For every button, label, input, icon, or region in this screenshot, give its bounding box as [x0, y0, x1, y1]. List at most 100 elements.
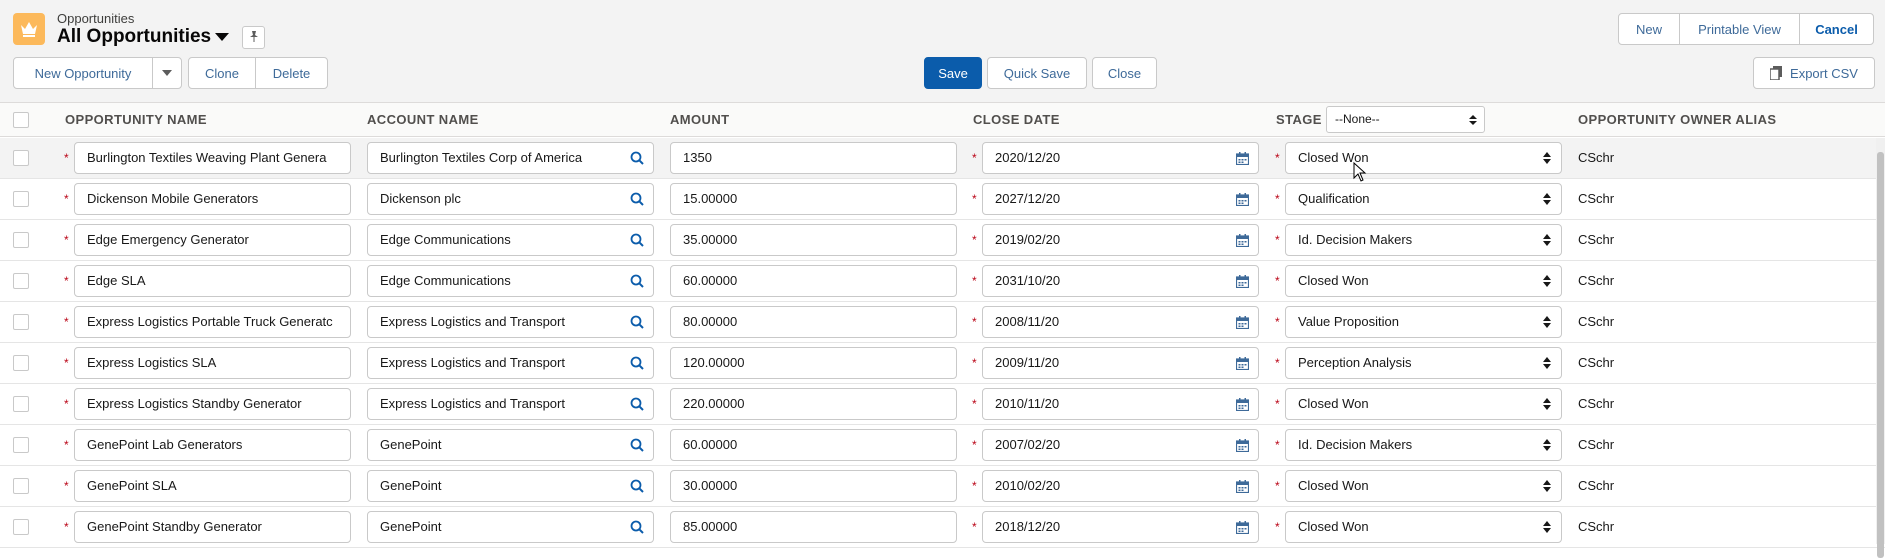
opportunity-name-input[interactable]: Express Logistics Standby Generator: [74, 388, 351, 420]
row-checkbox[interactable]: [13, 396, 29, 412]
opportunity-name-input[interactable]: Edge SLA: [74, 265, 351, 297]
row-checkbox[interactable]: [13, 191, 29, 207]
search-icon[interactable]: [629, 396, 645, 412]
stage-select[interactable]: Closed Won: [1285, 265, 1562, 297]
opportunity-name-input[interactable]: Burlington Textiles Weaving Plant Genera: [74, 142, 351, 174]
calendar-icon[interactable]: [1234, 273, 1250, 289]
close-button[interactable]: Close: [1092, 57, 1157, 89]
account-name-lookup[interactable]: Edge Communications: [367, 265, 654, 297]
vertical-scrollbar[interactable]: [1876, 138, 1885, 558]
delete-button[interactable]: Delete: [255, 57, 328, 89]
amount-input[interactable]: 85.00000: [670, 511, 957, 543]
close-date-input[interactable]: 2018/12/20: [982, 511, 1259, 543]
opportunity-name-input[interactable]: GenePoint Lab Generators: [74, 429, 351, 461]
close-date-input[interactable]: 2019/02/20: [982, 224, 1259, 256]
search-icon[interactable]: [629, 355, 645, 371]
new-opportunity-button[interactable]: New Opportunity: [13, 57, 153, 89]
row-checkbox[interactable]: [13, 150, 29, 166]
stage-select[interactable]: Perception Analysis: [1285, 347, 1562, 379]
calendar-icon[interactable]: [1234, 478, 1250, 494]
column-header-opportunity-name[interactable]: OPPORTUNITY NAME: [65, 103, 207, 137]
close-date-input[interactable]: 2010/02/20: [982, 470, 1259, 502]
save-button[interactable]: Save: [924, 57, 982, 89]
new-opportunity-menu-button[interactable]: [152, 57, 182, 89]
calendar-icon[interactable]: [1234, 232, 1250, 248]
account-name-lookup[interactable]: Dickenson plc: [367, 183, 654, 215]
close-date-input[interactable]: 2031/10/20: [982, 265, 1259, 297]
export-csv-button[interactable]: Export CSV: [1753, 57, 1875, 89]
account-name-lookup[interactable]: GenePoint: [367, 429, 654, 461]
close-date-input[interactable]: 2009/11/20: [982, 347, 1259, 379]
opportunity-name-input[interactable]: Express Logistics SLA: [74, 347, 351, 379]
scrollbar-thumb[interactable]: [1877, 152, 1884, 558]
account-name-lookup[interactable]: Edge Communications: [367, 224, 654, 256]
stage-select[interactable]: Qualification: [1285, 183, 1562, 215]
search-icon[interactable]: [629, 437, 645, 453]
row-checkbox[interactable]: [13, 273, 29, 289]
clone-button[interactable]: Clone: [188, 57, 256, 89]
account-name-lookup[interactable]: GenePoint: [367, 470, 654, 502]
column-header-account-name[interactable]: ACCOUNT NAME: [367, 103, 479, 137]
amount-input[interactable]: 80.00000: [670, 306, 957, 338]
close-date-input[interactable]: 2007/02/20: [982, 429, 1259, 461]
account-name-lookup[interactable]: GenePoint: [367, 511, 654, 543]
stage-filter-select[interactable]: --None--: [1326, 106, 1485, 133]
stage-select[interactable]: Closed Won: [1285, 470, 1562, 502]
calendar-icon[interactable]: [1234, 150, 1250, 166]
stage-select[interactable]: Id. Decision Makers: [1285, 224, 1562, 256]
list-view-dropdown-icon[interactable]: [215, 33, 229, 41]
row-checkbox[interactable]: [13, 232, 29, 248]
amount-input[interactable]: 120.00000: [670, 347, 957, 379]
account-name-lookup[interactable]: Express Logistics and Transport: [367, 388, 654, 420]
row-checkbox[interactable]: [13, 519, 29, 535]
account-name-lookup[interactable]: Burlington Textiles Corp of America: [367, 142, 654, 174]
search-icon[interactable]: [629, 478, 645, 494]
search-icon[interactable]: [629, 232, 645, 248]
amount-input[interactable]: 1350: [670, 142, 957, 174]
close-date-input[interactable]: 2008/11/20: [982, 306, 1259, 338]
stage-select[interactable]: Closed Won: [1285, 142, 1562, 174]
printable-view-button[interactable]: Printable View: [1679, 13, 1800, 45]
opportunity-name-input[interactable]: Edge Emergency Generator: [74, 224, 351, 256]
amount-input[interactable]: 35.00000: [670, 224, 957, 256]
opportunity-name-input[interactable]: GenePoint SLA: [74, 470, 351, 502]
amount-input[interactable]: 15.00000: [670, 183, 957, 215]
opportunity-name-input[interactable]: Express Logistics Portable Truck Generat…: [74, 306, 351, 338]
select-all-checkbox[interactable]: [13, 112, 29, 128]
stage-select[interactable]: Id. Decision Makers: [1285, 429, 1562, 461]
new-button[interactable]: New: [1618, 13, 1680, 45]
close-date-input[interactable]: 2020/12/20: [982, 142, 1259, 174]
column-header-owner-alias[interactable]: OPPORTUNITY OWNER ALIAS: [1578, 103, 1776, 137]
opportunity-name-input[interactable]: GenePoint Standby Generator: [74, 511, 351, 543]
pin-button[interactable]: [242, 26, 265, 49]
calendar-icon[interactable]: [1234, 314, 1250, 330]
amount-input[interactable]: 60.00000: [670, 429, 957, 461]
search-icon[interactable]: [629, 519, 645, 535]
calendar-icon[interactable]: [1234, 437, 1250, 453]
stage-select[interactable]: Closed Won: [1285, 388, 1562, 420]
quick-save-button[interactable]: Quick Save: [987, 57, 1087, 89]
search-icon[interactable]: [629, 273, 645, 289]
cancel-button[interactable]: Cancel: [1799, 13, 1874, 45]
row-checkbox[interactable]: [13, 478, 29, 494]
calendar-icon[interactable]: [1234, 519, 1250, 535]
search-icon[interactable]: [629, 150, 645, 166]
calendar-icon[interactable]: [1234, 191, 1250, 207]
search-icon[interactable]: [629, 191, 645, 207]
amount-input[interactable]: 30.00000: [670, 470, 957, 502]
row-checkbox[interactable]: [13, 437, 29, 453]
calendar-icon[interactable]: [1234, 355, 1250, 371]
column-header-stage[interactable]: STAGE: [1276, 103, 1322, 137]
amount-input[interactable]: 60.00000: [670, 265, 957, 297]
account-name-lookup[interactable]: Express Logistics and Transport: [367, 347, 654, 379]
close-date-input[interactable]: 2010/11/20: [982, 388, 1259, 420]
close-date-input[interactable]: 2027/12/20: [982, 183, 1259, 215]
stage-select[interactable]: Value Proposition: [1285, 306, 1562, 338]
account-name-lookup[interactable]: Express Logistics and Transport: [367, 306, 654, 338]
calendar-icon[interactable]: [1234, 396, 1250, 412]
opportunity-name-input[interactable]: Dickenson Mobile Generators: [74, 183, 351, 215]
row-checkbox[interactable]: [13, 355, 29, 371]
column-header-amount[interactable]: AMOUNT: [670, 103, 729, 137]
row-checkbox[interactable]: [13, 314, 29, 330]
stage-select[interactable]: Closed Won: [1285, 511, 1562, 543]
